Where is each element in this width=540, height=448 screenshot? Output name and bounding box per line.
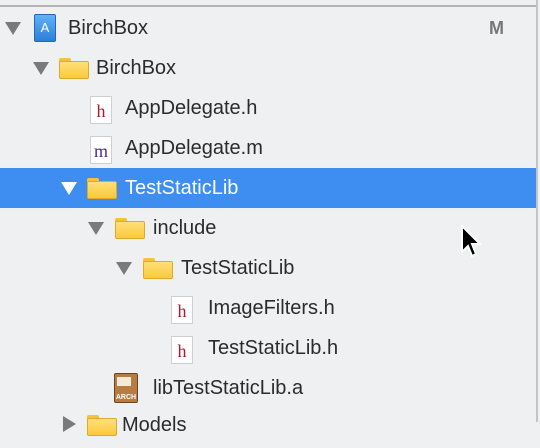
folder-icon (143, 258, 173, 279)
row-label: TestStaticLib (125, 177, 239, 199)
disclosure-expanded-icon[interactable] (61, 182, 77, 195)
disclosure-expanded-icon[interactable] (33, 62, 49, 75)
row-label: TestStaticLib.h (208, 337, 339, 359)
tree-row-file[interactable]: h AppDelegate.h (0, 88, 536, 128)
folder-icon (87, 178, 117, 199)
tree-row-folder[interactable]: TestStaticLib (0, 248, 536, 288)
tree-row-file[interactable]: m AppDelegate.m (0, 128, 536, 168)
row-label: libTestStaticLib.a (153, 377, 304, 399)
tree-row-folder[interactable]: Models (0, 408, 536, 448)
disclosure-expanded-icon[interactable] (116, 262, 132, 275)
row-label: AppDelegate.m (125, 137, 263, 159)
tree-row-folder-selected[interactable]: TestStaticLib (0, 168, 536, 208)
header-file-icon: h (171, 296, 193, 324)
status-badge: M (489, 18, 504, 38)
row-label: Models (122, 414, 187, 436)
tree-row-folder[interactable]: include (0, 208, 536, 248)
header-file-icon: h (171, 336, 193, 364)
folder-icon (87, 415, 117, 436)
row-label: AppDelegate.h (125, 97, 258, 119)
tree-row-folder[interactable]: BirchBox (0, 48, 536, 88)
tree-row-file[interactable]: h TestStaticLib.h (0, 328, 536, 368)
row-label: include (153, 217, 217, 239)
objc-file-icon: m (90, 136, 112, 164)
tree-row-library[interactable]: libTestStaticLib.a (0, 368, 536, 408)
static-library-icon: ARCH (114, 373, 138, 403)
top-divider (0, 5, 537, 7)
disclosure-collapsed-icon[interactable] (63, 416, 76, 432)
xcode-project-icon: A (34, 14, 56, 42)
disclosure-expanded-icon[interactable] (88, 222, 104, 235)
row-label: BirchBox (68, 17, 149, 39)
row-label: TestStaticLib (181, 257, 295, 279)
row-label: ImageFilters.h (208, 297, 335, 319)
disclosure-expanded-icon[interactable] (5, 22, 21, 35)
row-label: BirchBox (96, 57, 177, 79)
folder-icon (59, 58, 89, 79)
folder-icon (115, 218, 145, 239)
header-file-icon: h (90, 96, 112, 124)
mouse-cursor-icon (461, 224, 483, 258)
tree-row-file[interactable]: h ImageFilters.h (0, 288, 536, 328)
right-divider[interactable] (536, 0, 538, 422)
tree-row-project[interactable]: A BirchBox M (0, 8, 536, 48)
